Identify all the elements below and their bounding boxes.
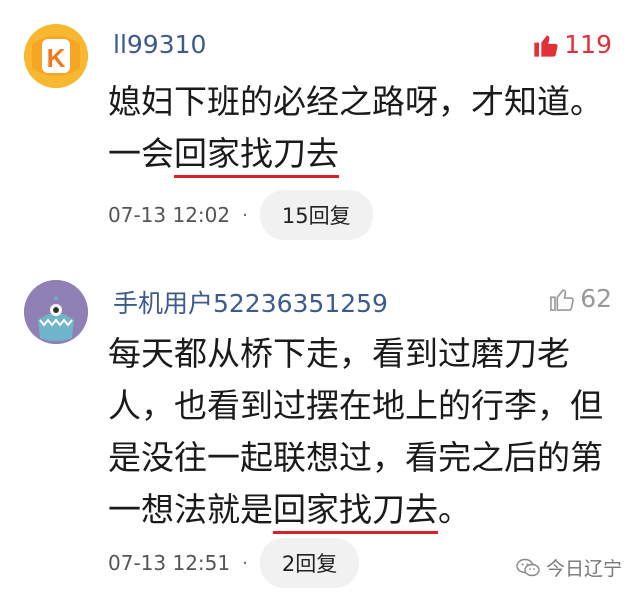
replies-button[interactable]: 2回复 bbox=[259, 538, 360, 588]
timestamp: 07-13 12:02 bbox=[108, 203, 231, 227]
username[interactable]: ll99310 bbox=[113, 30, 206, 59]
like-button[interactable]: 119 bbox=[532, 30, 612, 59]
username[interactable]: 手机用户52236351259 bbox=[113, 284, 388, 320]
highlighted-phrase: 回家找刀去 bbox=[174, 134, 339, 178]
comment-text: 每天都从桥下走，看到过磨刀老人，也看到过摆在地上的行李，但是没往一起联想过，看完… bbox=[108, 328, 618, 536]
watermark: 今日辽宁 bbox=[516, 554, 622, 581]
avatar[interactable]: K bbox=[24, 24, 88, 88]
watermark-text: 今日辽宁 bbox=[545, 558, 622, 580]
comment-item: K ll99310 119 媳妇下班的必经之路呀，才知道。一会回家找刀去 07-… bbox=[0, 0, 640, 260]
comment-meta: 07-13 12:02 · 15回复 bbox=[108, 190, 373, 240]
like-button[interactable]: 62 bbox=[548, 284, 612, 313]
replies-button[interactable]: 15回复 bbox=[259, 190, 373, 240]
separator-dot: · bbox=[242, 204, 248, 226]
avatar-letter: K bbox=[47, 43, 66, 73]
comment-item: 手机用户52236351259 62 每天都从桥下走，看到过磨刀老人，也看到过摆… bbox=[0, 260, 640, 601]
wechat-icon bbox=[516, 558, 540, 576]
like-count: 119 bbox=[564, 30, 612, 59]
separator-dot: · bbox=[242, 552, 248, 574]
thumbs-up-outline-icon bbox=[550, 288, 575, 311]
like-count: 62 bbox=[580, 284, 612, 313]
comment-text: 媳妇下班的必经之路呀，才知道。一会回家找刀去 bbox=[108, 76, 618, 180]
k-logo-icon: K bbox=[24, 24, 88, 88]
comment-text-end: 。 bbox=[438, 490, 471, 529]
highlighted-phrase: 回家找刀去 bbox=[273, 490, 438, 534]
timestamp: 07-13 12:51 bbox=[108, 551, 231, 575]
comment-meta: 07-13 12:51 · 2回复 bbox=[108, 538, 360, 588]
avatar[interactable] bbox=[24, 280, 88, 344]
thumbs-up-filled-icon bbox=[534, 35, 558, 57]
monster-avatar-icon bbox=[24, 280, 88, 344]
